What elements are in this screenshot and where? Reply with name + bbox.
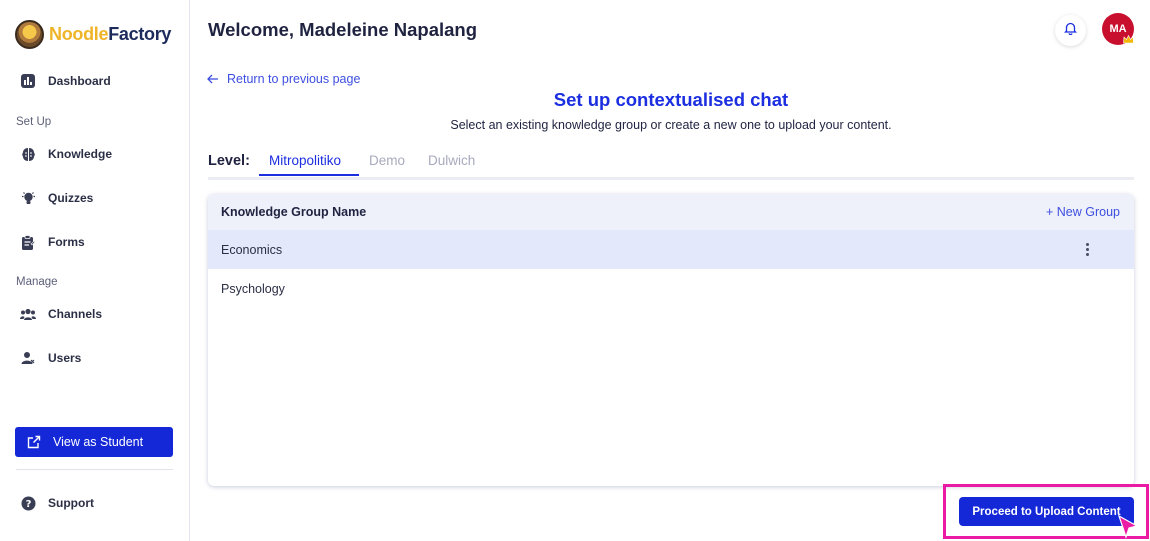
avatar-initials: MA	[1109, 23, 1127, 35]
sidebar-item-quizzes[interactable]: Quizzes	[20, 187, 93, 209]
sidebar-divider	[16, 469, 173, 470]
dashboard-icon	[20, 73, 36, 89]
arrow-left-icon	[207, 74, 219, 84]
sidebar-item-label: Knowledge	[48, 147, 113, 161]
row-name: Economics	[221, 242, 283, 257]
view-as-student-label: View as Student	[53, 435, 144, 449]
page-subtitle: Select an existing knowledge group or cr…	[450, 118, 892, 132]
active-tab-indicator	[259, 174, 359, 176]
section-label-setup: Set Up	[16, 116, 52, 128]
help-icon: ?	[20, 495, 36, 511]
clipboard-icon	[20, 234, 36, 250]
sidebar-item-support[interactable]: ? Support	[20, 492, 94, 514]
sidebar-item-label: Support	[48, 496, 94, 510]
sidebar-item-knowledge[interactable]: Knowledge	[20, 143, 112, 165]
sidebar-item-users[interactable]: Users	[20, 347, 81, 369]
knowledge-group-table: Knowledge Group Name + New Group Economi…	[208, 194, 1134, 486]
external-link-icon	[27, 435, 41, 449]
tab-mitropolitiko[interactable]: Mitropolitiko	[269, 153, 341, 168]
level-tabs: Level: Mitropolitiko Demo Dulwich	[208, 148, 1134, 180]
tab-dulwich[interactable]: Dulwich	[428, 153, 475, 168]
view-as-student-button[interactable]: View as Student	[15, 427, 173, 457]
sidebar-item-forms[interactable]: Forms	[20, 231, 85, 253]
notifications-button[interactable]	[1055, 15, 1086, 46]
return-link[interactable]: Return to previous page	[207, 72, 360, 86]
brand-logo[interactable]: NoodleFactory	[15, 18, 171, 50]
sidebar-item-dashboard[interactable]: Dashboard	[20, 70, 111, 92]
new-group-button[interactable]: + New Group	[1046, 205, 1120, 219]
svg-text:?: ?	[25, 499, 31, 510]
table-header: Knowledge Group Name + New Group	[208, 194, 1134, 230]
welcome-heading: Welcome, Madeleine Napalang	[208, 19, 478, 40]
brand-name: NoodleFactory	[49, 24, 171, 45]
column-header-name: Knowledge Group Name	[221, 205, 367, 219]
level-label: Level:	[208, 153, 250, 169]
lightbulb-icon	[20, 190, 36, 206]
sidebar: NoodleFactory Dashboard Set Up Knowledge…	[0, 0, 190, 541]
brain-icon	[20, 146, 36, 162]
sidebar-item-label: Quizzes	[48, 191, 94, 205]
crown-icon	[1123, 35, 1134, 44]
section-label-manage: Manage	[16, 276, 58, 288]
sidebar-item-label: Channels	[48, 307, 103, 321]
table-row[interactable]: Economics	[208, 230, 1134, 269]
sidebar-item-label: Dashboard	[48, 74, 111, 88]
page-title: Set up contextualised chat	[553, 89, 789, 110]
noodle-logo-icon	[15, 19, 44, 49]
proceed-to-upload-button[interactable]: Proceed to Upload Content	[959, 497, 1134, 526]
return-link-label: Return to previous page	[227, 72, 361, 86]
row-name: Psychology	[221, 281, 285, 296]
pointer-cursor-icon	[1117, 514, 1139, 539]
bell-icon	[1063, 21, 1078, 40]
app-root: NoodleFactory Dashboard Set Up Knowledge…	[0, 0, 1150, 541]
sidebar-item-label: Users	[48, 351, 82, 365]
more-options-icon[interactable]	[1086, 243, 1089, 256]
sidebar-item-label: Forms	[48, 235, 85, 249]
users-group-icon	[20, 306, 36, 322]
brand-name-part1: Noodle	[49, 23, 109, 44]
sidebar-item-channels[interactable]: Channels	[20, 303, 102, 325]
tab-demo[interactable]: Demo	[369, 153, 405, 168]
brand-name-part2: Factory	[108, 23, 172, 44]
user-icon	[20, 350, 36, 366]
proceed-button-label: Proceed to Upload Content	[972, 505, 1121, 518]
table-row[interactable]: Psychology	[208, 269, 1134, 308]
